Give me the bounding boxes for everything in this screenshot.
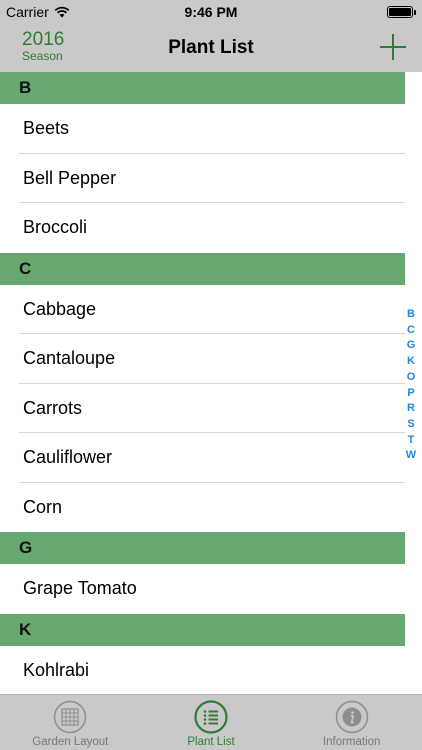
index-letter-b[interactable]: B (407, 307, 415, 323)
index-letter-p[interactable]: P (407, 386, 414, 402)
list-item[interactable]: Cauliflower (0, 433, 405, 483)
tab-bar: Garden Layout Plant List Information (0, 694, 422, 750)
index-letter-k[interactable]: K (407, 354, 415, 370)
section-header-g: G (0, 532, 405, 564)
navigation-bar: 2016 Season Plant List (0, 24, 422, 72)
plant-list[interactable]: B Beets Bell Pepper Broccoli C Cabbage C… (0, 72, 422, 694)
list-icon (194, 700, 228, 734)
list-item[interactable]: Cabbage (0, 284, 405, 334)
list-item[interactable]: Broccoli (0, 203, 405, 253)
index-letter-s[interactable]: S (407, 417, 414, 433)
index-letter-o[interactable]: O (407, 370, 416, 386)
plus-icon-vertical (392, 34, 394, 60)
index-letter-r[interactable]: R (407, 401, 415, 417)
page-title: Plant List (168, 37, 254, 58)
section-header-k: K (0, 613, 405, 646)
grid-icon (54, 700, 87, 734)
list-item[interactable]: Carrots (0, 383, 405, 433)
index-letter-c[interactable]: C (407, 323, 415, 339)
tab-label: Garden Layout (32, 736, 109, 748)
tab-information[interactable]: Information (281, 695, 422, 750)
index-letter-g[interactable]: G (407, 338, 416, 354)
list-item[interactable]: Grape Tomato (0, 564, 405, 614)
list-item[interactable]: Kohlrabi (0, 645, 405, 694)
battery-level (389, 8, 411, 16)
section-header-b: B (0, 72, 405, 104)
list-item[interactable]: Corn (0, 482, 405, 532)
section-index[interactable]: B C G K O P R S T W (404, 307, 418, 464)
list-item[interactable]: Beets (0, 104, 405, 154)
index-letter-t[interactable]: T (408, 433, 415, 449)
tab-label: Plant List (187, 736, 235, 748)
status-bar: Carrier 9:46 PM (0, 0, 422, 24)
tab-label: Information (322, 736, 381, 748)
list-item[interactable]: Bell Pepper (0, 153, 405, 203)
status-time: 9:46 PM (184, 4, 238, 20)
battery-icon (387, 6, 416, 18)
add-plant-button[interactable] (380, 34, 406, 60)
info-icon (335, 700, 368, 734)
tab-plant-list[interactable]: Plant List (141, 695, 282, 750)
list-item[interactable]: Cantaloupe (0, 334, 405, 384)
app-screen: Carrier 9:46 PM 2016 Season Plant List B… (0, 0, 422, 750)
index-letter-w[interactable]: W (406, 448, 416, 464)
section-header-c: C (0, 252, 405, 285)
tab-garden-layout[interactable]: Garden Layout (0, 695, 141, 750)
